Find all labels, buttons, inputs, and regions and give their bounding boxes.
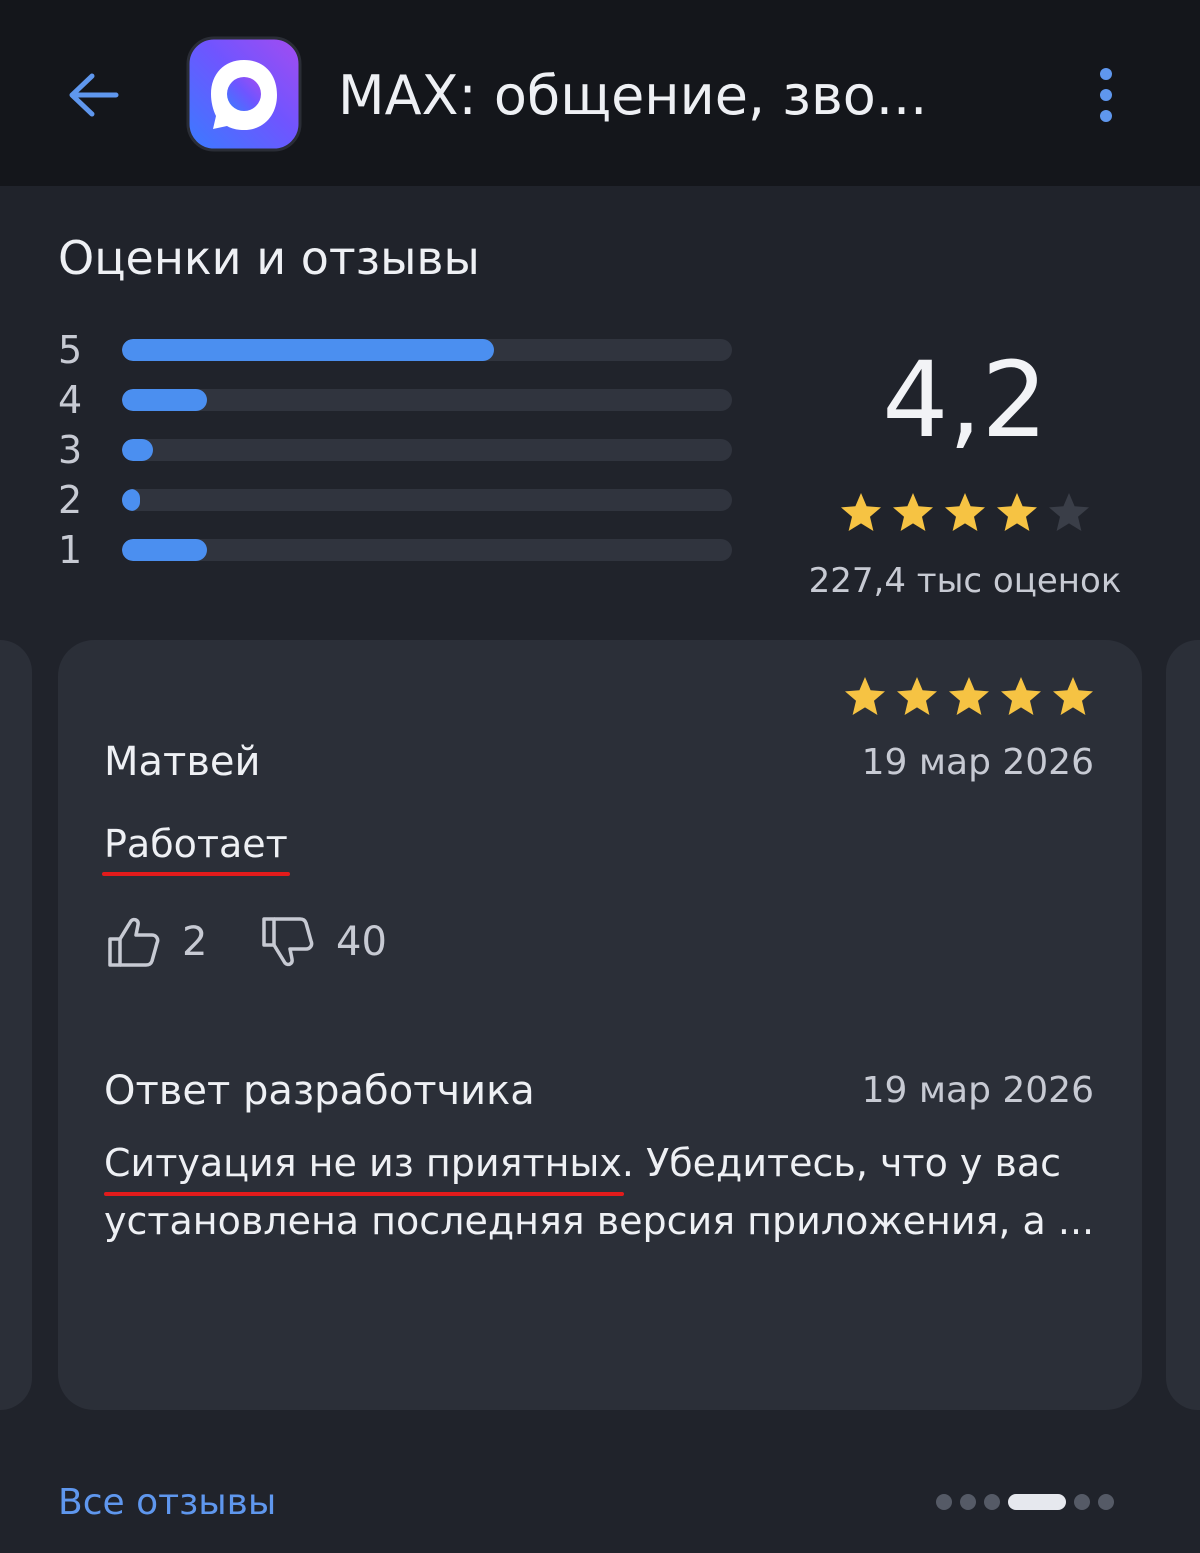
- review-card[interactable]: Матвей 19 мар 2026 Работает 2 40 Ответ р…: [58, 640, 1142, 1410]
- developer-reply-line-1: Ситуация не из приятных. Убедитесь, что …: [104, 1134, 1104, 1192]
- rating-bar-row: 1: [58, 525, 748, 575]
- pager-dot[interactable]: [1074, 1494, 1090, 1510]
- star-empty-icon: [1049, 493, 1089, 531]
- rating-bar-label: 5: [58, 328, 83, 372]
- pager-dot[interactable]: [936, 1494, 952, 1510]
- rating-bar-track: [122, 389, 732, 411]
- dislike-count: 40: [336, 919, 387, 965]
- star-filled-icon: [945, 493, 985, 531]
- rating-bar-track: [122, 489, 732, 511]
- star-filled-icon: [845, 677, 885, 715]
- next-review-card[interactable]: [1166, 640, 1200, 1410]
- rating-bar-track: [122, 539, 732, 561]
- app-reviews-screen: MAX: общение, зво... Оценки и отзывы 5 4…: [0, 0, 1200, 1553]
- average-rating: 4,2: [882, 339, 1048, 461]
- rating-bar-fill: [122, 339, 495, 361]
- arrow-left-icon[interactable]: [62, 66, 124, 124]
- rating-bar-fill: [122, 389, 208, 411]
- rating-bar-track: [122, 339, 732, 361]
- rating-bar-label: 4: [58, 378, 83, 422]
- red-underline-mark: [102, 872, 290, 876]
- star-filled-icon: [841, 493, 881, 531]
- rating-bar-label: 2: [58, 478, 83, 522]
- dislike-button[interactable]: 40: [258, 912, 387, 972]
- rating-bar-track: [122, 439, 732, 461]
- developer-reply-highlighted: Ситуация не из приятных.: [104, 1141, 634, 1185]
- developer-reply-line-1-rest: Убедитесь, что у вас: [634, 1141, 1062, 1185]
- average-stars: [838, 490, 1098, 538]
- rating-bar-label: 1: [58, 528, 83, 572]
- more-vertical-icon[interactable]: [1088, 64, 1124, 126]
- pager-dot[interactable]: [984, 1494, 1000, 1510]
- previous-review-card[interactable]: [0, 640, 32, 1410]
- star-filled-icon: [1001, 677, 1041, 715]
- pager-dot-active[interactable]: [1008, 1494, 1066, 1510]
- app-title: MAX: общение, зво...: [338, 64, 928, 127]
- review-text: Работает: [104, 822, 288, 866]
- like-count: 2: [182, 919, 208, 965]
- review-date: 19 мар 2026: [861, 742, 1094, 783]
- all-reviews-link[interactable]: Все отзывы: [58, 1476, 276, 1530]
- thumbs-down-icon: [262, 917, 314, 967]
- max-logo-icon[interactable]: [186, 36, 302, 152]
- top-app-bar: MAX: общение, зво...: [0, 0, 1200, 186]
- developer-reply-line-2: установлена последняя версия приложения,…: [104, 1199, 1095, 1243]
- pager-dot[interactable]: [960, 1494, 976, 1510]
- developer-reply-date: 19 мар 2026: [861, 1070, 1094, 1111]
- red-underline-mark: [104, 1192, 624, 1196]
- rating-bar-row: 4: [58, 375, 748, 425]
- review-stars: [842, 674, 1102, 722]
- ratings-section-title: Оценки и отзывы: [58, 231, 480, 285]
- rating-bar-row: 5: [58, 325, 748, 375]
- rating-bar-label: 3: [58, 428, 83, 472]
- rating-bar-fill: [122, 439, 153, 461]
- reviewer-name: Матвей: [104, 739, 261, 785]
- rating-count: 227,4 тыс оценок: [808, 561, 1122, 601]
- star-filled-icon: [897, 677, 937, 715]
- pager-dot[interactable]: [1098, 1494, 1114, 1510]
- rating-bar-fill: [122, 539, 208, 561]
- star-filled-icon: [1053, 677, 1093, 715]
- rating-bar-fill: [122, 489, 141, 511]
- rating-bar-row: 3: [58, 425, 748, 475]
- thumbs-up-icon: [108, 917, 160, 967]
- star-filled-icon: [949, 677, 989, 715]
- carousel-pager: [936, 1490, 1146, 1514]
- star-filled-icon: [893, 493, 933, 531]
- like-button[interactable]: 2: [104, 912, 207, 972]
- developer-reply-title: Ответ разработчика: [104, 1068, 535, 1114]
- rating-bar-row: 2: [58, 475, 748, 525]
- star-filled-icon: [997, 493, 1037, 531]
